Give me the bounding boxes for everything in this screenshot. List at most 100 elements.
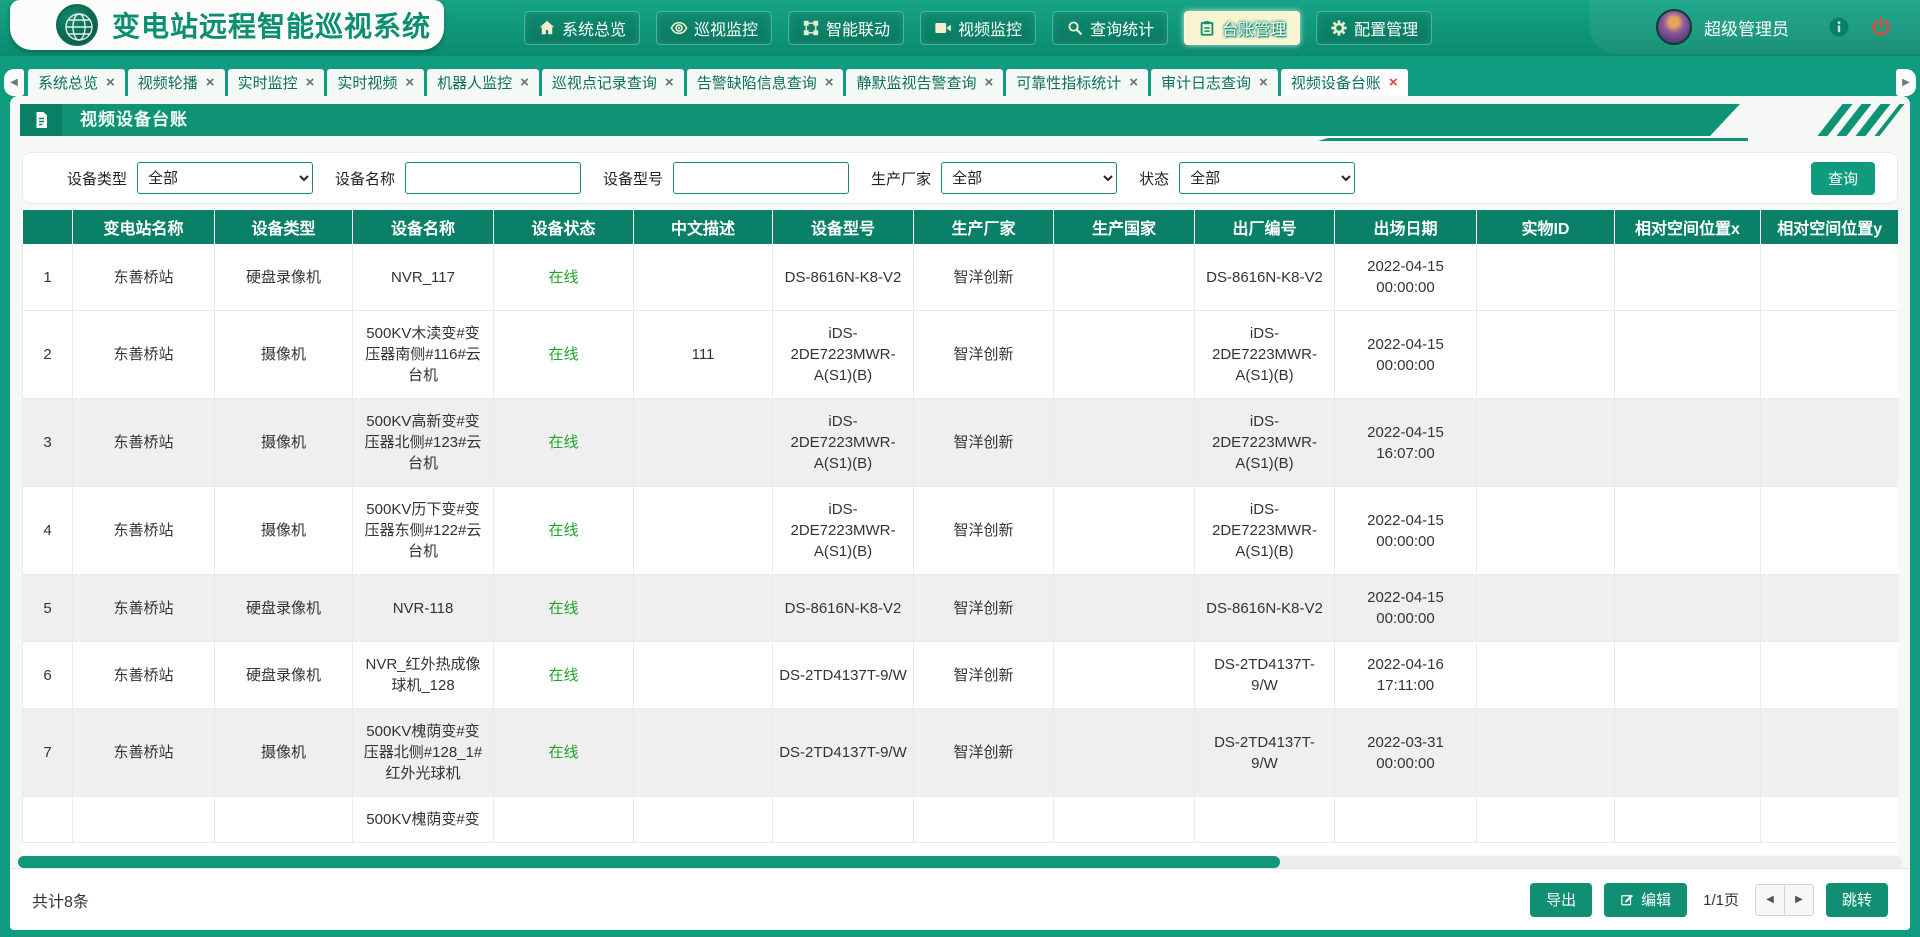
tab-silent-monitor-alarm[interactable]: 静默监视告警查询× (846, 69, 1003, 96)
search-icon (1066, 19, 1084, 37)
table-row[interactable]: 4东善桥站摄像机500KV历下变#变压器东侧#122#云台机在线iDS-2DE7… (23, 487, 1899, 575)
table-cell: 500KV历下变#变压器东侧#122#云台机 (353, 487, 494, 575)
table-cell: DS-2TD4137T-9/W (773, 642, 914, 709)
prev-page-button[interactable]: ◀ (1755, 884, 1785, 916)
table-cell: 智洋创新 (914, 709, 1054, 797)
table-cell: 500KV木渎变#变压器南侧#116#云台机 (353, 311, 494, 399)
tab-label: 审计日志查询 (1161, 72, 1251, 93)
edit-button[interactable]: 编辑 (1604, 883, 1687, 917)
table-cell (914, 797, 1054, 843)
content-panel: 视频设备台账 设备类型 全部 设备名称 设备型号 生产厂家 (10, 96, 1910, 930)
table-cell: 硬盘录像机 (215, 244, 353, 311)
page-title-bar: 视频设备台账 (20, 104, 1900, 142)
tab-close-icon[interactable]: × (306, 75, 315, 90)
table-cell: 3 (23, 399, 73, 487)
clipboard-icon (1198, 19, 1216, 37)
table-cell (23, 797, 73, 843)
table-row[interactable]: 2东善桥站摄像机500KV木渎变#变压器南侧#116#云台机在线111iDS-2… (23, 311, 1899, 399)
table-cell: 硬盘录像机 (215, 575, 353, 642)
table-cell (1477, 642, 1615, 709)
table-cell: 在线 (494, 575, 634, 642)
table-row[interactable]: 500KV槐荫变#变 (23, 797, 1899, 843)
tab-patrol-record-query[interactable]: 巡视点记录查询× (542, 69, 684, 96)
tab-alarm-defect-query[interactable]: 告警缺陷信息查询× (687, 69, 844, 96)
table-cell: 东善桥站 (73, 487, 215, 575)
table-cell: 东善桥站 (73, 642, 215, 709)
column-header: 相对空间位置y (1761, 210, 1899, 244)
tab-close-icon[interactable]: × (1389, 75, 1398, 90)
tab-realtime-monitor[interactable]: 实时监控× (228, 69, 325, 96)
tab-list: 系统总览×视频轮播×实时监控×实时视频×机器人监控×巡视点记录查询×告警缺陷信息… (28, 69, 1408, 96)
tab-close-icon[interactable]: × (106, 75, 115, 90)
tab-scroll-right-icon[interactable]: ▶ (1896, 69, 1916, 96)
tab-system-overview[interactable]: 系统总览× (28, 69, 125, 96)
tab-close-icon[interactable]: × (825, 75, 834, 90)
table-cell (1477, 244, 1615, 311)
tab-realtime-video[interactable]: 实时视频× (327, 69, 424, 96)
table-row[interactable]: 1东善桥站硬盘录像机NVR_117在线DS-8616N-K8-V2智洋创新DS-… (23, 244, 1899, 311)
table-cell (634, 797, 773, 843)
jump-button[interactable]: 跳转 (1826, 883, 1888, 917)
tab-close-icon[interactable]: × (984, 75, 993, 90)
avatar[interactable] (1656, 9, 1692, 45)
device-type-label: 设备类型 (67, 168, 127, 189)
tab-close-icon[interactable]: × (206, 75, 215, 90)
status-select[interactable]: 全部 (1179, 162, 1355, 194)
search-button[interactable]: 查询 (1811, 162, 1875, 195)
info-icon[interactable] (1828, 16, 1850, 38)
main-nav: 系统总览 巡视监控智能联动视频监控查询统计台账管理配置管理 (524, 11, 1432, 45)
next-page-button[interactable]: ▶ (1784, 884, 1814, 916)
table-cell: iDS-2DE7223MWR-A(S1)(B) (773, 399, 914, 487)
nav-system-overview-button[interactable]: 系统总览 (524, 11, 640, 45)
device-name-input[interactable] (405, 162, 581, 194)
table-cell (1761, 244, 1899, 311)
table-cell (1615, 487, 1761, 575)
nav-query-stats-button[interactable]: 查询统计 (1052, 11, 1168, 45)
tab-close-icon[interactable]: × (665, 75, 674, 90)
nav-ledger-mgmt-button[interactable]: 台账管理 (1184, 11, 1300, 45)
nav-patrol-monitor-button[interactable]: 巡视监控 (656, 11, 772, 45)
table-row[interactable]: 7东善桥站摄像机500KV槐荫变#变压器北侧#128_1#红外光球机在线DS-2… (23, 709, 1899, 797)
table-cell (634, 244, 773, 311)
tab-video-carousel[interactable]: 视频轮播× (128, 69, 225, 96)
nav-config-mgmt-button[interactable]: 配置管理 (1316, 11, 1432, 45)
table-cell: DS-8616N-K8-V2 (1195, 575, 1335, 642)
table-row[interactable]: 3东善桥站摄像机500KV高新变#变压器北侧#123#云台机在线iDS-2DE7… (23, 399, 1899, 487)
table-cell: 摄像机 (215, 709, 353, 797)
table-cell: DS-8616N-K8-V2 (773, 244, 914, 311)
tab-robot-monitor[interactable]: 机器人监控× (427, 69, 539, 96)
table-cell (1761, 399, 1899, 487)
status-label: 状态 (1139, 168, 1169, 189)
nav-label: 系统总览 (562, 16, 626, 40)
manufacturer-label: 生产厂家 (871, 168, 931, 189)
export-button[interactable]: 导出 (1530, 883, 1592, 917)
tab-video-device-ledger[interactable]: 视频设备台账× (1281, 69, 1408, 96)
table-cell (1054, 709, 1195, 797)
table-cell (1477, 399, 1615, 487)
tab-close-icon[interactable]: × (1259, 75, 1268, 90)
table-row[interactable]: 5东善桥站硬盘录像机NVR-118在线DS-8616N-K8-V2智洋创新DS-… (23, 575, 1899, 642)
table-header-row: 变电站名称设备类型设备名称设备状态中文描述设备型号生产厂家生产国家出厂编号出场日… (23, 210, 1899, 244)
table-row[interactable]: 6东善桥站硬盘录像机NVR_红外热成像球机_128在线DS-2TD4137T-9… (23, 642, 1899, 709)
device-type-select[interactable]: 全部 (137, 162, 313, 194)
tab-reliability-stats[interactable]: 可靠性指标统计× (1006, 69, 1148, 96)
table-cell (1477, 487, 1615, 575)
nav-video-monitor-button[interactable]: 视频监控 (920, 11, 1036, 45)
tab-scroll-left-icon[interactable]: ◀ (4, 69, 24, 96)
table-cell (1615, 399, 1761, 487)
device-model-input[interactable] (673, 162, 849, 194)
logout-power-icon[interactable] (1870, 16, 1892, 38)
table-cell (1477, 709, 1615, 797)
table-cell: 智洋创新 (914, 575, 1054, 642)
column-header: 出厂编号 (1195, 210, 1335, 244)
nav-smart-linkage-button[interactable]: 智能联动 (788, 11, 904, 45)
tab-close-icon[interactable]: × (1129, 75, 1138, 90)
table-cell: iDS-2DE7223MWR-A(S1)(B) (773, 311, 914, 399)
tab-close-icon[interactable]: × (405, 75, 414, 90)
table-cell: 500KV槐荫变#变 (353, 797, 494, 843)
tab-close-icon[interactable]: × (520, 75, 529, 90)
manufacturer-select[interactable]: 全部 (941, 162, 1117, 194)
titlebar-decoration-line (1318, 138, 1748, 141)
tab-audit-log-query[interactable]: 审计日志查询 × (1151, 69, 1278, 96)
horizontal-scrollbar-thumb[interactable] (18, 856, 1280, 868)
